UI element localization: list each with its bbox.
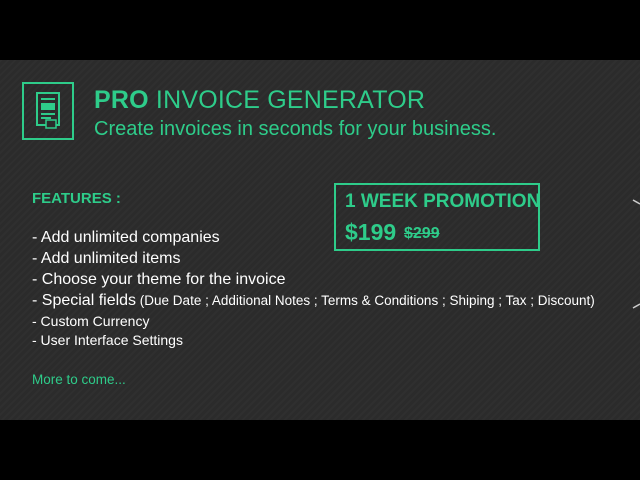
promo-slide: PRO INVOICE GENERATOR Create invoices in… <box>0 60 640 420</box>
promotion-old-price: $299 <box>404 225 440 242</box>
edge-decoration <box>632 199 640 309</box>
letterbox-bottom <box>0 420 640 480</box>
invoice-document-icon <box>22 82 74 140</box>
feature-item: - User Interface Settings <box>32 332 183 348</box>
app-subtitle: Create invoices in seconds for your busi… <box>94 118 497 140</box>
promotion-box: 1 WEEK PROMOTION $199 $299 <box>334 183 540 251</box>
feature-item-special-fields: - Special fields (Due Date ; Additional … <box>32 293 595 309</box>
feature-item: - Custom Currency <box>32 313 150 329</box>
promotion-price: $199 <box>345 219 397 245</box>
feature-item: - Choose your theme for the invoice <box>32 271 286 288</box>
special-fields-detail: (Due Date ; Additional Notes ; Terms & C… <box>136 293 595 308</box>
feature-item: - Add unlimited items <box>32 250 181 267</box>
more-to-come: More to come... <box>32 372 126 387</box>
promotion-title: 1 WEEK PROMOTION <box>345 191 541 212</box>
feature-item-label: - Special fields <box>32 292 137 309</box>
features-heading: FEATURES : <box>32 190 121 207</box>
app-title-pro: PRO <box>94 86 149 114</box>
app-title-rest: INVOICE GENERATOR <box>148 86 426 114</box>
app-title: PRO INVOICE GENERATOR <box>94 86 425 115</box>
letterbox-top <box>0 0 640 60</box>
